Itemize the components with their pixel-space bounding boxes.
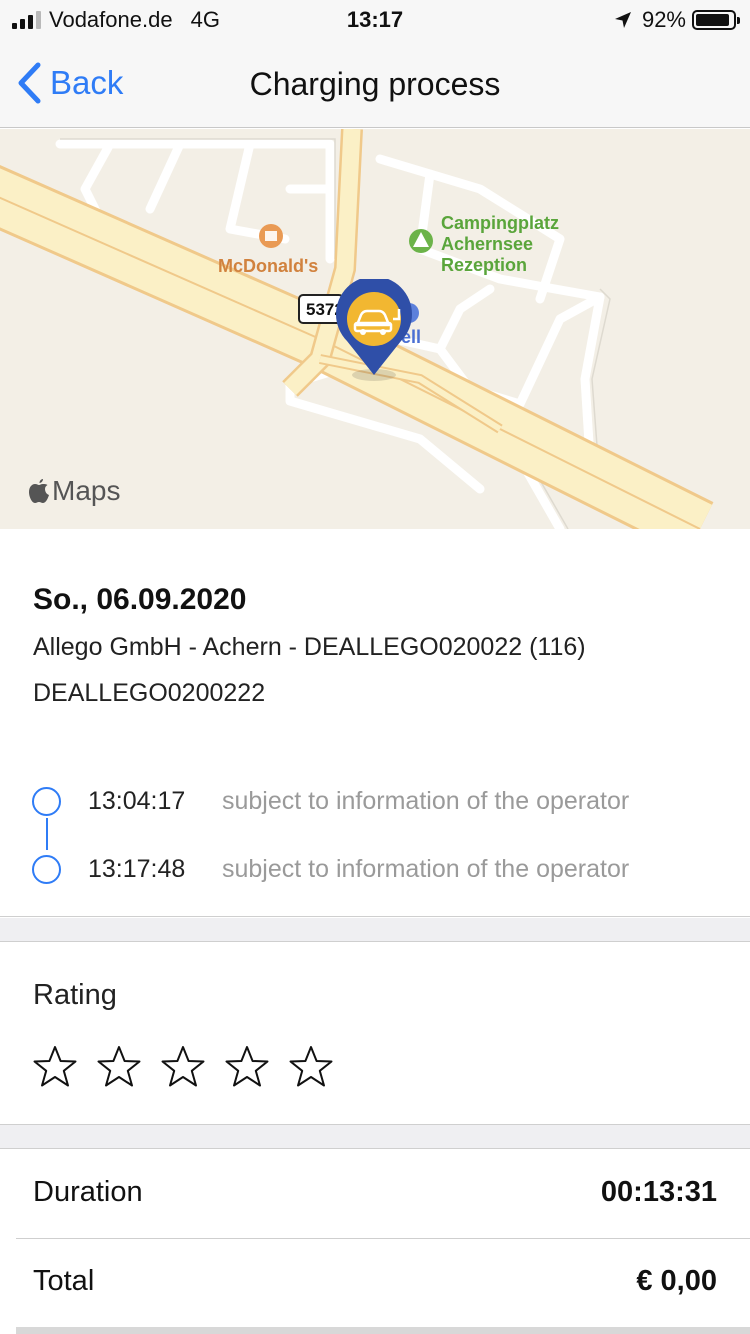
duration-label: Duration xyxy=(33,1176,143,1208)
timeline-end-circle-icon xyxy=(32,855,61,884)
map-view[interactable]: McDonald's Campingplatz Achernsee Rezept… xyxy=(0,129,750,529)
status-bar: Vodafone.de 4G 13:17 92% xyxy=(0,0,750,40)
star-2-icon[interactable] xyxy=(97,1045,141,1089)
bottom-divider xyxy=(16,1327,750,1334)
star-rating xyxy=(33,1045,333,1089)
camping-label-line3: Rezeption xyxy=(441,255,528,275)
map-poi-campingplatz[interactable]: Campingplatz Achernsee Rezeption xyxy=(441,213,559,276)
charging-station-pin-icon[interactable] xyxy=(333,279,415,379)
total-value: € 0,00 xyxy=(636,1265,717,1297)
camping-label-line2: Achernsee xyxy=(441,234,534,254)
timeline-start-circle-icon xyxy=(32,787,61,816)
operator-name: Allego GmbH - Achern - DEALLEGO020022 (1… xyxy=(33,633,586,661)
end-time-note: subject to information of the operator xyxy=(222,855,630,883)
rating-section: Rating xyxy=(0,943,750,1125)
start-time: 13:04:17 xyxy=(88,787,186,815)
section-separator xyxy=(0,918,750,942)
start-time-note: subject to information of the operator xyxy=(222,787,630,815)
end-time: 13:17:48 xyxy=(88,855,186,883)
star-3-icon[interactable] xyxy=(161,1045,205,1089)
row-divider xyxy=(16,1238,750,1239)
star-1-icon[interactable] xyxy=(33,1045,77,1089)
duration-row: Duration 00:13:31 xyxy=(33,1176,717,1209)
battery-icon xyxy=(692,10,740,30)
session-date: So., 06.09.2020 xyxy=(33,583,247,616)
map-poi-mcdonalds[interactable]: McDonald's xyxy=(218,256,318,277)
location-arrow-icon xyxy=(614,12,631,28)
duration-value: 00:13:31 xyxy=(600,1176,717,1208)
timeline-end: 13:17:48 subject to information of the o… xyxy=(32,855,629,884)
total-label: Total xyxy=(33,1265,95,1297)
evse-id: DEALLEGO0200222 xyxy=(33,679,266,707)
section-separator xyxy=(0,1125,750,1149)
battery-percentage: 92% xyxy=(641,7,686,32)
star-5-icon[interactable] xyxy=(289,1045,333,1089)
apple-logo-icon xyxy=(29,479,49,503)
charging-details: So., 06.09.2020 Allego GmbH - Achern - D… xyxy=(0,529,750,917)
summary-section: Duration 00:13:31 Total € 0,00 xyxy=(0,1150,750,1334)
star-4-icon[interactable] xyxy=(225,1045,269,1089)
rating-label: Rating xyxy=(33,979,117,1011)
page-title: Charging process xyxy=(249,66,501,102)
maps-attribution-label: Maps xyxy=(52,475,121,506)
apple-maps-attribution[interactable]: Maps xyxy=(28,475,120,507)
camping-label-line1: Campingplatz xyxy=(441,213,560,233)
timeline-connector xyxy=(46,818,48,850)
navigation-bar: Back Charging process xyxy=(0,40,750,128)
timeline-start: 13:04:17 subject to information of the o… xyxy=(32,787,629,816)
total-row: Total € 0,00 xyxy=(33,1265,717,1298)
